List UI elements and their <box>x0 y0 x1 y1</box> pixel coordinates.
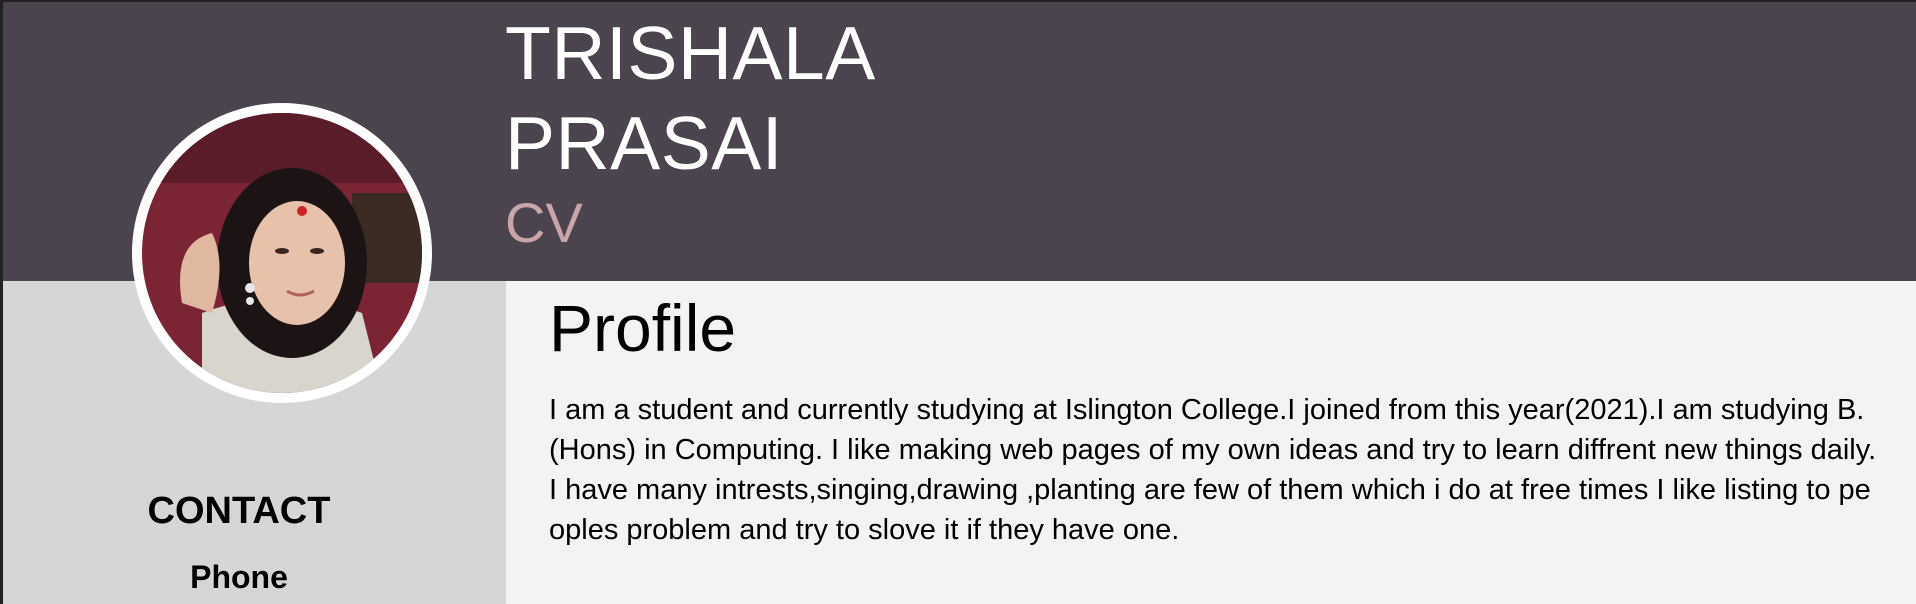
profile-description: I am a student and currently studying at… <box>549 394 1877 546</box>
avatar <box>132 103 432 403</box>
last-name: PRASAI <box>505 101 784 185</box>
cv-label: CV <box>505 191 583 254</box>
profile-heading: Profile <box>549 291 737 365</box>
phone-label: Phone <box>190 559 288 595</box>
person-name: TRISHALA PRASAI <box>505 8 876 188</box>
profile-photo <box>142 113 422 393</box>
contact-heading: CONTACT <box>147 490 331 532</box>
first-name: TRISHALA <box>505 11 876 95</box>
